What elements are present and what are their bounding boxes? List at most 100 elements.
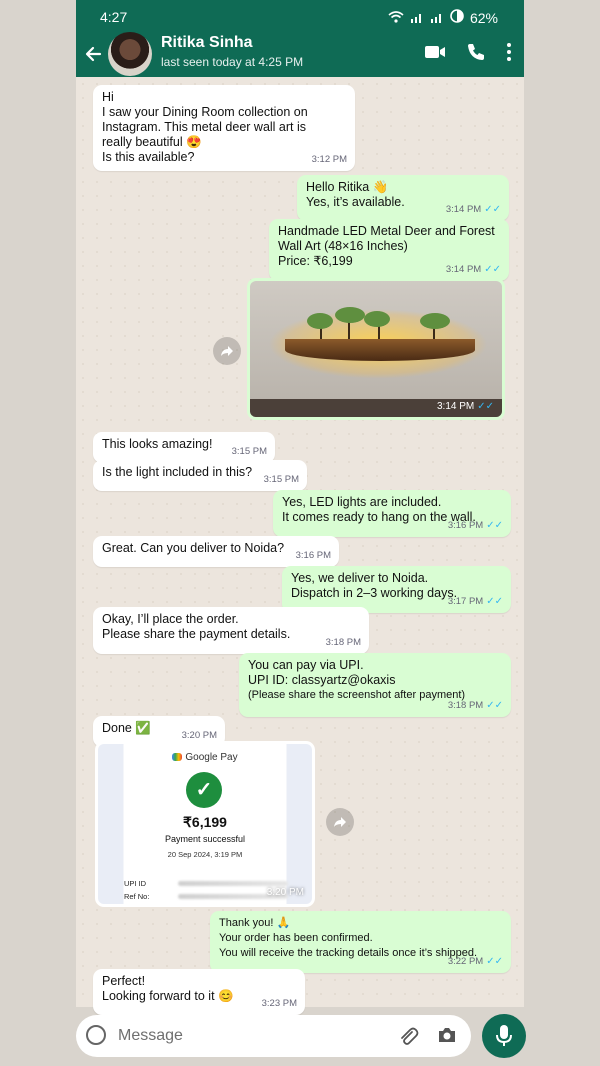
- message-time: 3:14 PM: [436, 401, 475, 412]
- signal-icon: [410, 10, 424, 26]
- message-incoming[interactable]: Great. Can you deliver to Noida? 3:16 PM: [93, 536, 339, 567]
- message-text: Yes, LED lights are included.: [282, 495, 442, 509]
- message-outgoing[interactable]: Handmade LED Metal Deer and Forest Wall …: [269, 219, 509, 281]
- message-text: Perfect!: [102, 974, 146, 988]
- tree: [335, 307, 365, 323]
- message-composer[interactable]: Message: [76, 1015, 471, 1057]
- message-time: 3:14 PM: [445, 204, 482, 215]
- message-time: 3:18 PM: [325, 637, 361, 648]
- message-incoming[interactable]: Okay, I’ll place the order. Please share…: [93, 607, 369, 654]
- message-time: 3:20 PM: [266, 887, 304, 898]
- mic-icon: [496, 1024, 512, 1053]
- message-text: Hi: [102, 90, 114, 104]
- message-time: 3:22 PM: [447, 956, 484, 967]
- read-receipt-icon: ✓✓: [484, 204, 501, 215]
- gpay-brand-label: Google Pay: [185, 752, 238, 763]
- message-meta: 3:17 PM ✓✓: [448, 594, 503, 609]
- contact-name[interactable]: Ritika Sinha: [161, 34, 253, 52]
- read-receipt-icon: ✓✓: [477, 401, 494, 412]
- redacted-value: [178, 881, 288, 886]
- payment-screenshot[interactable]: Google Pay ✓ ₹6,199 Payment successful 2…: [98, 744, 312, 904]
- message-meta: 3:14 PM ✓✓: [446, 202, 501, 217]
- read-receipt-icon: ✓✓: [486, 700, 503, 711]
- message-text: Wall Art (48×16 Inches): [278, 239, 408, 253]
- message-time: 3:16 PM: [447, 520, 484, 531]
- google-pay-icon: [172, 753, 183, 762]
- status-time: 4:27: [100, 9, 128, 25]
- back-arrow-icon[interactable]: [82, 41, 108, 67]
- message-outgoing[interactable]: Hello Ritika 👋 Yes, it’s available. 3:14…: [297, 175, 509, 221]
- emoji-icon[interactable]: [86, 1025, 106, 1045]
- metal-boat: [285, 339, 475, 361]
- message-time: 3:23 PM: [261, 998, 297, 1009]
- signal-icon: [430, 10, 444, 26]
- forward-icon[interactable]: [326, 808, 354, 836]
- payment-status: Payment successful: [164, 834, 246, 844]
- message-text: You can pay via UPI.: [248, 658, 364, 672]
- read-receipt-icon: ✓✓: [486, 520, 503, 531]
- message-incoming[interactable]: This looks amazing! 3:15 PM: [93, 432, 275, 463]
- message-meta: 3:18 PM ✓✓: [448, 698, 503, 713]
- read-receipt-icon: ✓✓: [484, 264, 501, 275]
- message-outgoing[interactable]: You can pay via UPI. UPI ID: classyartz@…: [239, 653, 511, 717]
- message-outgoing[interactable]: Yes, we deliver to Noida. Dispatch in 2–…: [282, 566, 511, 613]
- chat-header: Ritika Sinha last seen today at 4:25 PM: [76, 32, 524, 77]
- message-meta: 3:16 PM ✓✓: [448, 518, 503, 533]
- more-options-icon[interactable]: [506, 42, 512, 67]
- message-text: Instagram. This metal deer wall art is: [102, 120, 307, 134]
- message-outgoing[interactable]: Yes, LED lights are included. It comes r…: [273, 490, 511, 537]
- read-receipt-icon: ✓✓: [486, 956, 503, 967]
- status-bar: 4:27 62%: [76, 0, 524, 32]
- chat-area[interactable]: Hi I saw your Dining Room collection on …: [76, 77, 524, 1015]
- message-image[interactable]: 3:14 PM ✓✓: [247, 278, 505, 420]
- read-receipt-icon: ✓✓: [486, 596, 503, 607]
- last-seen: last seen today at 4:25 PM: [161, 55, 304, 69]
- message-outgoing[interactable]: Thank you! 🙏 Your order has been confirm…: [210, 911, 511, 973]
- message-incoming[interactable]: Is the light included in this? 3:15 PM: [93, 460, 307, 491]
- attach-icon[interactable]: [397, 1025, 419, 1052]
- message-text: Your order has been confirmed.: [219, 932, 373, 944]
- message-time: 3:15 PM: [263, 474, 299, 485]
- message-text: Hello Ritika 👋: [306, 180, 389, 194]
- message-text: Handmade LED Metal Deer and Forest: [278, 224, 495, 238]
- tree: [364, 311, 390, 327]
- message-time: 3:14 PM: [445, 264, 482, 275]
- voice-call-icon[interactable]: [466, 42, 486, 67]
- ref-no-label: Ref No:: [124, 892, 150, 901]
- forward-icon[interactable]: [213, 337, 241, 365]
- message-time: 3:12 PM: [311, 154, 347, 165]
- message-text: I saw your Dining Room collection on: [102, 105, 308, 119]
- message-text: really beautiful 😍: [102, 135, 202, 149]
- message-time: 3:15 PM: [231, 446, 267, 457]
- avatar[interactable]: [108, 32, 152, 76]
- message-text: Please share the payment details.: [102, 627, 291, 641]
- message-time: 3:16 PM: [295, 550, 331, 561]
- battery-saver-icon: [450, 9, 464, 26]
- tree: [420, 313, 450, 329]
- status-icons: 62%: [388, 9, 498, 26]
- message-meta: 3:14 PM ✓✓: [446, 262, 501, 277]
- message-incoming[interactable]: Perfect! Looking forward to it 😊 3:23 PM: [93, 969, 305, 1015]
- message-time: 3:17 PM: [447, 596, 484, 607]
- wifi-icon: [388, 10, 404, 26]
- product-image[interactable]: 3:14 PM ✓✓: [250, 281, 502, 417]
- camera-icon[interactable]: [437, 1026, 457, 1049]
- message-text: Yes, we deliver to Noida.: [291, 571, 429, 585]
- message-time: 3:18 PM: [447, 700, 484, 711]
- message-text: Thank you! 🙏: [219, 917, 291, 929]
- battery-percent: 62%: [469, 9, 498, 26]
- payment-date: 20 Sep 2024, 3:19 PM: [167, 850, 243, 859]
- message-meta: 3:22 PM ✓✓: [448, 954, 503, 969]
- message-meta: 3:14 PM ✓✓: [437, 401, 494, 412]
- video-call-icon[interactable]: [424, 44, 446, 65]
- gpay-brand: Google Pay: [98, 752, 312, 763]
- message-text: UPI ID: classyartz@okaxis: [248, 673, 396, 687]
- message-input[interactable]: Message: [118, 1027, 183, 1045]
- mic-button[interactable]: [482, 1014, 526, 1058]
- payment-amount: ₹6,199: [183, 814, 227, 830]
- message-incoming[interactable]: Hi I saw your Dining Room collection on …: [93, 85, 355, 171]
- message-text: Okay, I’ll place the order.: [102, 612, 239, 626]
- success-check-icon: ✓: [186, 772, 222, 808]
- message-image[interactable]: Google Pay ✓ ₹6,199 Payment successful 2…: [95, 741, 315, 907]
- tree: [307, 313, 333, 329]
